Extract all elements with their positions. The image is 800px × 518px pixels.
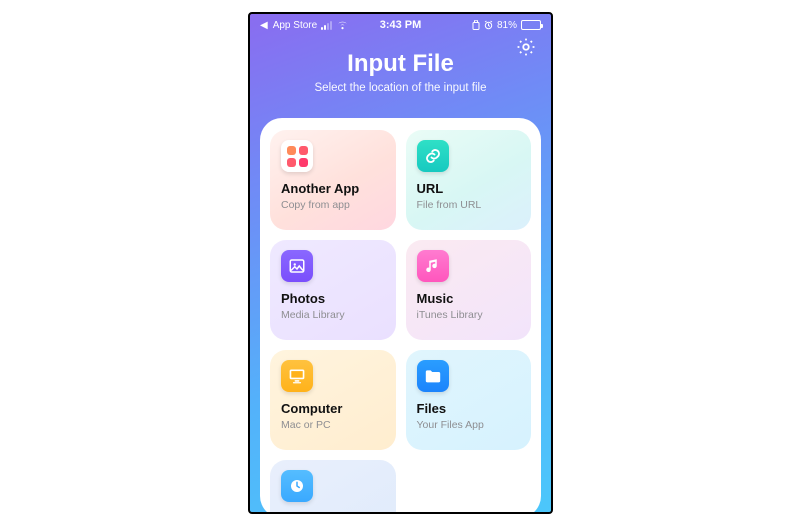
card-subtitle: iTunes Library (417, 309, 521, 321)
card-url[interactable]: URL File from URL (406, 130, 532, 230)
card-another-app[interactable]: Another App Copy from app (270, 130, 396, 230)
card-title: Music (417, 292, 521, 307)
header: Input File Select the location of the in… (250, 36, 551, 112)
page-title: Input File (266, 50, 535, 78)
clock-icon (281, 470, 313, 502)
card-title: Photos (281, 292, 385, 307)
clock: 3:43 PM (250, 19, 551, 31)
card-title: Computer (281, 402, 385, 417)
music-note-icon (417, 250, 449, 282)
card-photos[interactable]: Photos Media Library (270, 240, 396, 340)
image-icon (281, 250, 313, 282)
options-sheet: Another App Copy from app URL File from … (260, 118, 541, 514)
card-subtitle: Your Files App (417, 419, 521, 431)
folder-icon (417, 360, 449, 392)
card-history[interactable]: History (270, 460, 396, 514)
card-title: Another App (281, 182, 385, 197)
card-title: Files (417, 402, 521, 417)
phone-screen: ◀ App Store 3:43 PM 81% (248, 12, 553, 514)
link-icon (417, 140, 449, 172)
options-grid: Another App Copy from app URL File from … (270, 130, 531, 514)
apps-icon (281, 140, 313, 172)
battery-icon (521, 20, 541, 30)
gear-icon (515, 36, 537, 58)
status-bar: ◀ App Store 3:43 PM 81% (250, 14, 551, 36)
card-computer[interactable]: Computer Mac or PC (270, 350, 396, 450)
card-title: URL (417, 182, 521, 197)
card-subtitle: Copy from app (281, 199, 385, 211)
settings-button[interactable] (515, 36, 537, 58)
monitor-icon (281, 360, 313, 392)
card-files[interactable]: Files Your Files App (406, 350, 532, 450)
page-subtitle: Select the location of the input file (266, 82, 535, 94)
card-music[interactable]: Music iTunes Library (406, 240, 532, 340)
card-subtitle: Media Library (281, 309, 385, 321)
card-subtitle: File from URL (417, 199, 521, 211)
card-title: History (281, 512, 385, 514)
card-subtitle: Mac or PC (281, 419, 385, 431)
